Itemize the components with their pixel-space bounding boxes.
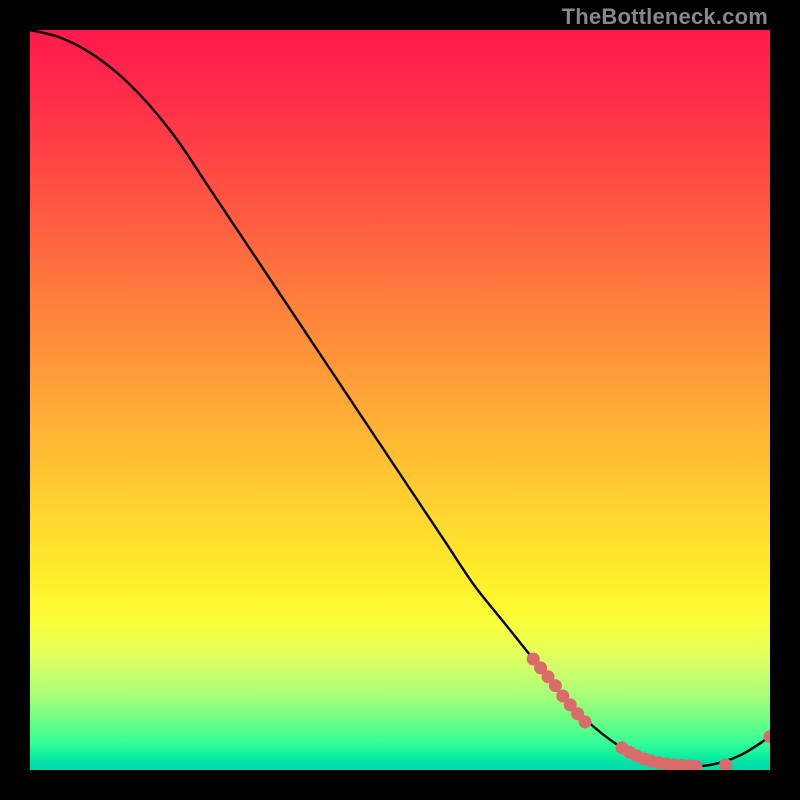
data-point-marker bbox=[579, 715, 592, 728]
plot-area bbox=[30, 30, 770, 770]
chart-frame: TheBottleneck.com bbox=[0, 0, 800, 800]
chart-svg bbox=[30, 30, 770, 770]
watermark-text: TheBottleneck.com bbox=[562, 4, 768, 30]
bottleneck-curve bbox=[30, 30, 770, 766]
